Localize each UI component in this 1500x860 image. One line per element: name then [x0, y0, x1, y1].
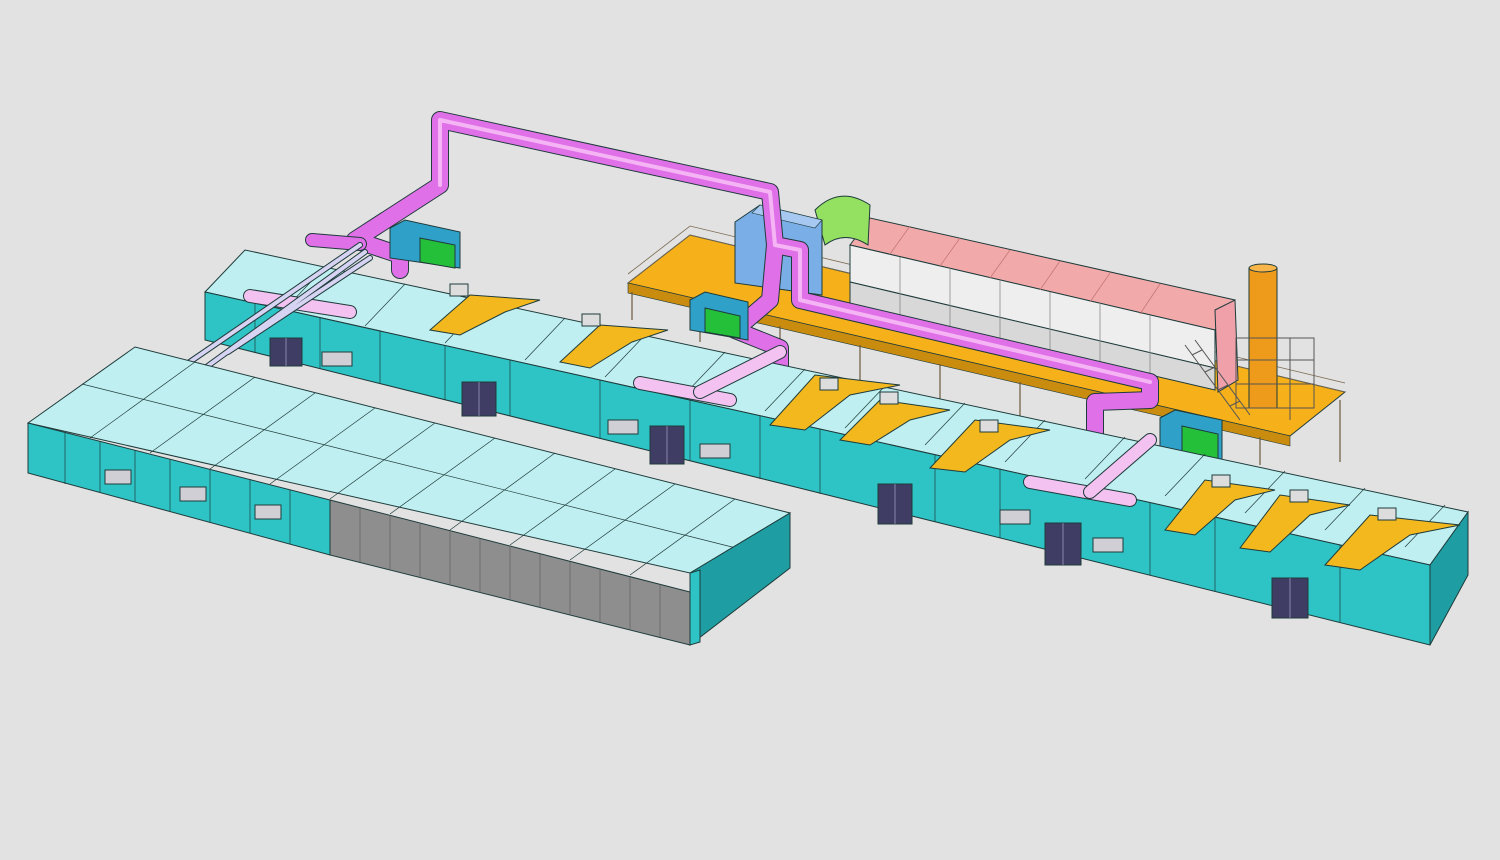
booth-door-2 — [461, 381, 497, 417]
booth-door-4 — [877, 483, 913, 525]
green-duct-bend — [814, 195, 871, 246]
booth-door-5 — [1044, 522, 1082, 566]
industrial-paint-line-model — [26, 111, 1469, 647]
booth-door-1 — [269, 337, 303, 367]
booth-door-6 — [1271, 577, 1309, 619]
rto-outlet-duct — [1214, 299, 1239, 393]
booth-door-3 — [649, 425, 685, 465]
